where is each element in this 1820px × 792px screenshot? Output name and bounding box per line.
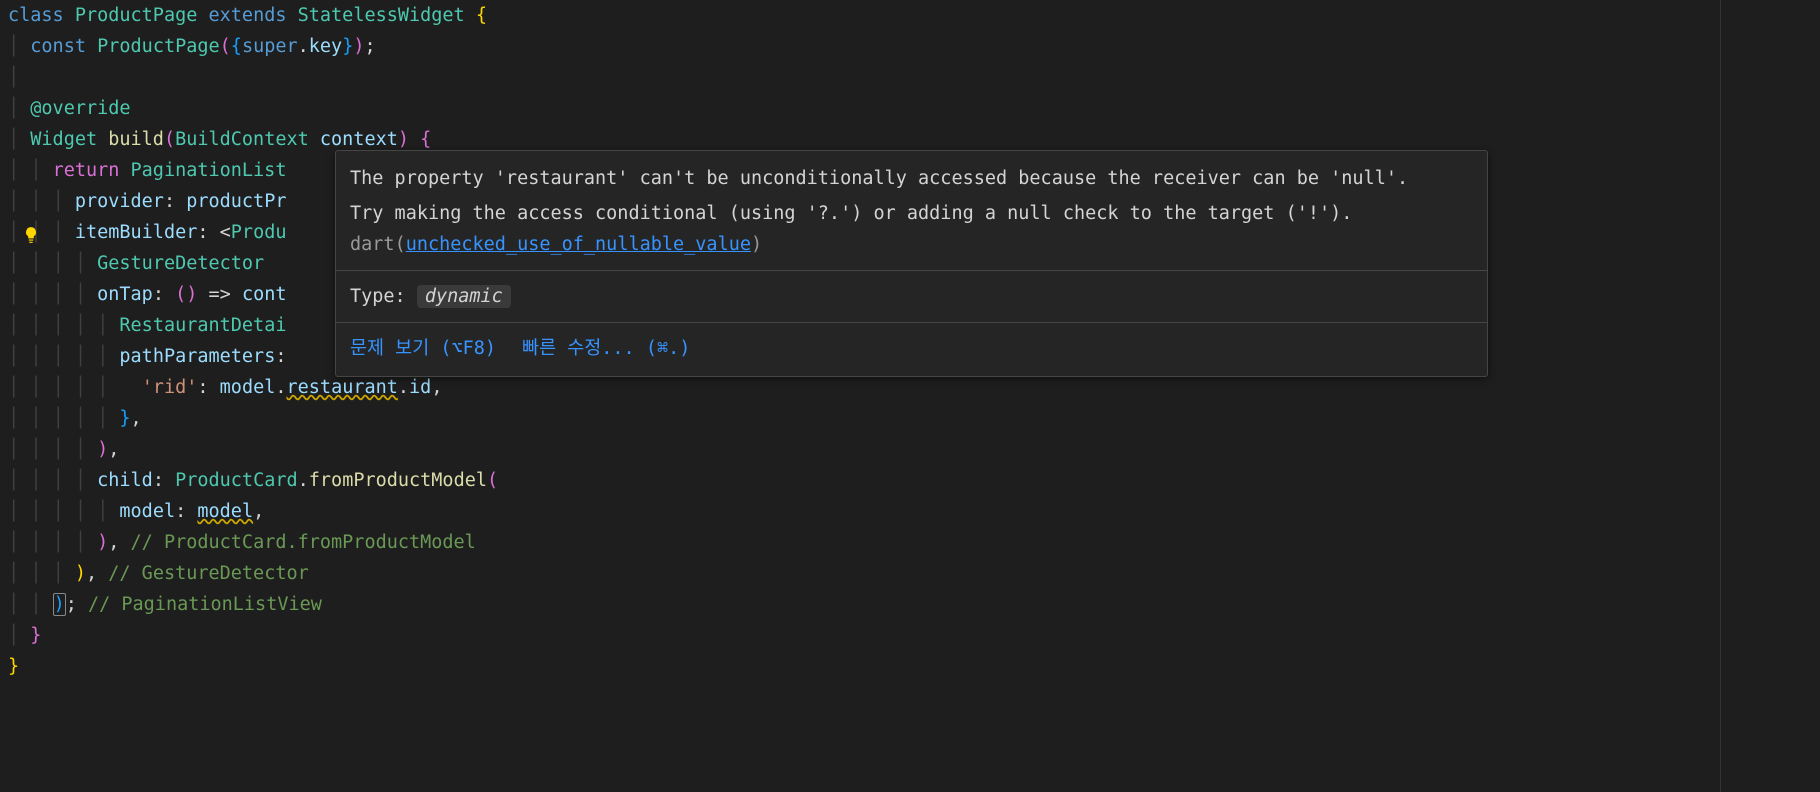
diagnostic-link[interactable]: unchecked_use_of_nullable_value <box>406 234 751 255</box>
code-line[interactable]: │ <box>0 62 1820 93</box>
method: build <box>108 129 164 150</box>
code-line[interactable]: │ │ │ │ │ model: model, <box>0 496 1820 527</box>
brace: { <box>476 5 487 26</box>
named-param: model <box>119 501 175 522</box>
code-line[interactable]: │ @override <box>0 93 1820 124</box>
class-name: RestaurantDetai <box>119 315 286 336</box>
code-line[interactable]: │ const ProductPage({super.key}); <box>0 31 1820 62</box>
keyword: const <box>30 36 86 57</box>
type: Produ <box>231 222 287 243</box>
keyword: super <box>242 36 298 57</box>
named-param: child <box>97 470 153 491</box>
comment: // GestureDetector <box>108 563 308 584</box>
constructor: ProductPage <box>97 36 220 57</box>
type-label: Type: <box>350 286 417 307</box>
named-param: provider <box>75 191 164 212</box>
class-name: PaginationList <box>131 160 287 181</box>
code-line[interactable]: │ │ │ │ ), <box>0 434 1820 465</box>
param: context <box>320 129 398 150</box>
value-error[interactable]: model <box>197 501 253 522</box>
comment: // PaginationListView <box>88 594 322 615</box>
class-name: StatelessWidget <box>298 5 465 26</box>
type-badge: dynamic <box>417 285 511 308</box>
minimap[interactable] <box>1720 0 1820 792</box>
value: model <box>220 377 276 398</box>
keyword: extends <box>209 5 287 26</box>
tooltip-message: The property 'restaurant' can't be uncon… <box>350 161 1473 196</box>
hover-tooltip: The property 'restaurant' can't be uncon… <box>335 150 1488 377</box>
param: key <box>309 36 342 57</box>
view-problem-action[interactable]: 문제 보기 (⌥F8) <box>350 338 496 359</box>
property-error[interactable]: restaurant <box>287 377 398 398</box>
code-line[interactable]: │ │ │ │ child: ProductCard.fromProductMo… <box>0 465 1820 496</box>
property: id <box>409 377 431 398</box>
class-name: ProductPage <box>75 5 198 26</box>
tooltip-actions: 문제 보기 (⌥F8) 빠른 수정... (⌘.) <box>350 331 1473 366</box>
named-param: onTap <box>97 284 153 305</box>
tooltip-divider <box>336 270 1487 271</box>
keyword: class <box>8 5 64 26</box>
tooltip-divider <box>336 322 1487 323</box>
annotation: @override <box>30 98 130 119</box>
type: Widget <box>30 129 97 150</box>
lightbulb-icon[interactable] <box>22 223 40 241</box>
class-name: GestureDetector <box>97 253 264 274</box>
code-line[interactable]: │ │ │ ), // GestureDetector <box>0 558 1820 589</box>
comment: // ProductCard.fromProductModel <box>131 532 476 553</box>
dart-label: dart <box>350 234 395 255</box>
code-line[interactable]: │ │ │ │ ), // ProductCard.fromProductMod… <box>0 527 1820 558</box>
error-message: The property 'restaurant' can't be uncon… <box>350 168 1408 189</box>
quick-fix-action[interactable]: 빠른 수정... (⌘.) <box>522 338 690 359</box>
value: cont <box>242 284 287 305</box>
type: BuildContext <box>175 129 309 150</box>
named-param: pathParameters <box>119 346 275 367</box>
code-line[interactable]: class ProductPage extends StatelessWidge… <box>0 0 1820 31</box>
tooltip-message: Try making the access conditional (using… <box>350 196 1473 262</box>
value: productPr <box>186 191 286 212</box>
class-name: ProductCard <box>175 470 298 491</box>
named-param: itemBuilder <box>75 222 198 243</box>
tooltip-type: Type: dynamic <box>350 279 1473 314</box>
code-line[interactable]: } <box>0 651 1820 682</box>
code-line[interactable]: │ │ ); // PaginationListView <box>0 589 1820 620</box>
string: 'rid' <box>142 377 198 398</box>
code-line[interactable]: │ │ │ │ │ }, <box>0 403 1820 434</box>
method: fromProductModel <box>309 470 487 491</box>
keyword: return <box>53 160 120 181</box>
code-line[interactable]: │ } <box>0 620 1820 651</box>
error-suggestion: Try making the access conditional (using… <box>350 203 1352 224</box>
